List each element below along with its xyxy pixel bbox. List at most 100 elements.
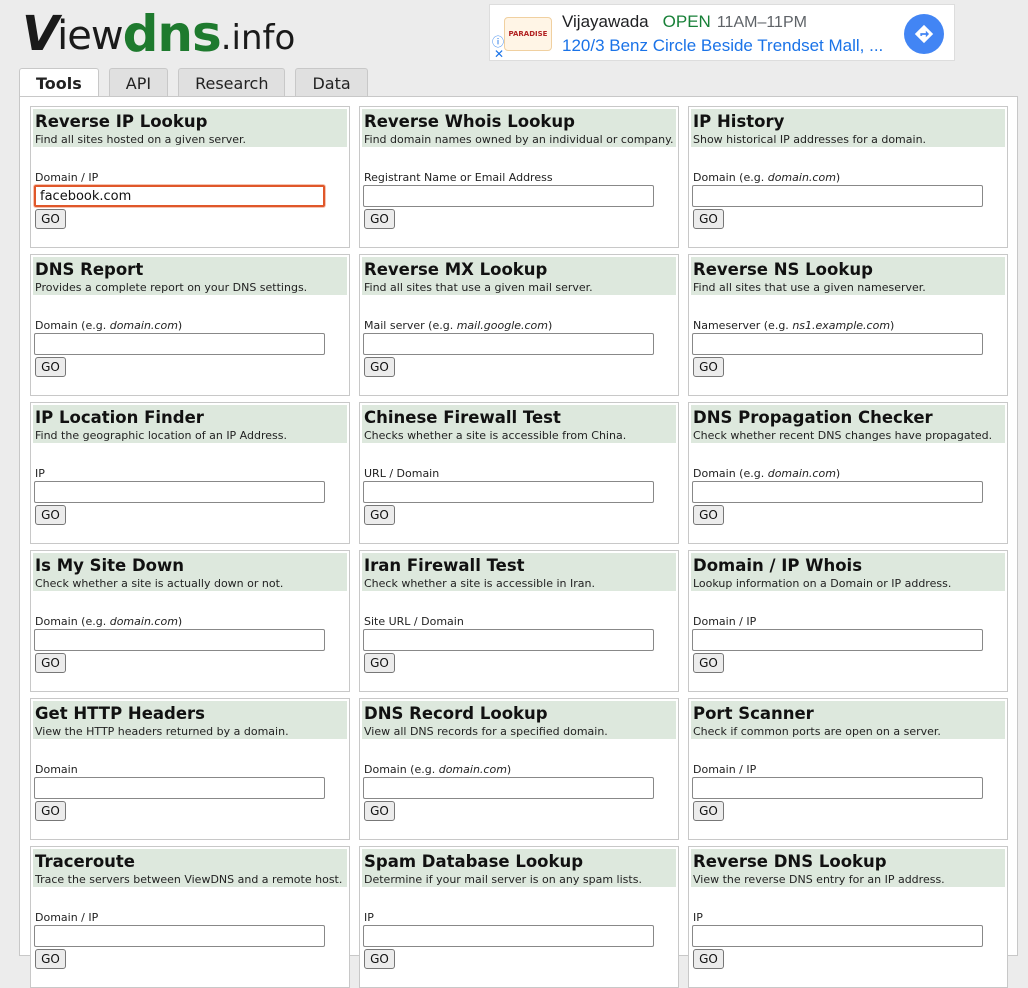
reverse-whois-lookup-go-button[interactable]: GO [364, 209, 395, 229]
tool-label-suffix: ) [890, 319, 895, 332]
domain-ip-whois-go-button[interactable]: GO [693, 653, 724, 673]
viewdns-logo[interactable]: View dns .info [22, 6, 296, 59]
tool-title: Iran Firewall Test [364, 556, 525, 575]
tool-header: DNS Propagation Checker Check whether rec… [691, 405, 1005, 443]
get-http-headers-input[interactable] [34, 777, 325, 799]
tool-label-example: domain.com [109, 615, 178, 628]
tool-header: Get HTTP Headers View the HTTP headers re… [33, 701, 347, 739]
port-scanner-go-button[interactable]: GO [693, 801, 724, 821]
is-my-site-down-input[interactable] [34, 629, 325, 651]
reverse-dns-lookup-go-button[interactable]: GO [693, 949, 724, 969]
tool-input-label: Domain / IP [35, 171, 98, 184]
tool-label-example: domain.com [767, 467, 836, 480]
dns-record-lookup-go-button[interactable]: GO [364, 801, 395, 821]
ip-location-finder-input[interactable] [34, 481, 325, 503]
ad-title: Vijayawada OPEN 11AM–11PM [562, 12, 807, 32]
traceroute-input[interactable] [34, 925, 325, 947]
reverse-ip-lookup-input[interactable] [34, 185, 325, 207]
tool-title: Traceroute [35, 852, 135, 871]
tool-header: Reverse NS Lookup Find all sites that use… [691, 257, 1005, 295]
tool-input-label: Site URL / Domain [364, 615, 464, 628]
tool-header: DNS Report Provides a complete report on … [33, 257, 347, 295]
dns-report-input[interactable] [34, 333, 325, 355]
is-my-site-down-go-button[interactable]: GO [35, 653, 66, 673]
tool-title: Port Scanner [693, 704, 814, 723]
iran-firewall-test-input[interactable] [363, 629, 654, 651]
reverse-ns-lookup-go-button[interactable]: GO [693, 357, 724, 377]
tab-api[interactable]: API [108, 68, 169, 96]
port-scanner-input[interactable] [692, 777, 983, 799]
ad-brand-logo: PARADISE [504, 17, 552, 51]
reverse-dns-lookup-input[interactable] [692, 925, 983, 947]
ip-location-finder-go-button[interactable]: GO [35, 505, 66, 525]
tool-label-text: Registrant Name or Email Address [364, 171, 553, 184]
tool-card-dns-report: DNS Report Provides a complete report on … [30, 254, 350, 396]
tool-description: Find all sites hosted on a given server. [35, 133, 246, 146]
reverse-whois-lookup-input[interactable] [363, 185, 654, 207]
tool-input-label: Domain / IP [35, 911, 98, 924]
ad-address[interactable]: 120/3 Benz Circle Beside Trendset Mall, … [562, 36, 883, 56]
tool-description: Find all sites that use a given nameserv… [693, 281, 926, 294]
tool-input-label: Domain (e.g. domain.com) [35, 615, 182, 628]
reverse-ip-lookup-go-button[interactable]: GO [35, 209, 66, 229]
tool-input-label: IP [693, 911, 703, 924]
main-tabs: Tools API Research Data [19, 68, 378, 99]
tool-label-text: Domain [35, 763, 78, 776]
close-icon[interactable]: ✕ [494, 47, 504, 61]
tool-header: Port Scanner Check if common ports are op… [691, 701, 1005, 739]
domain-ip-whois-input[interactable] [692, 629, 983, 651]
ad-status: OPEN [662, 12, 711, 31]
tool-title: Chinese Firewall Test [364, 408, 561, 427]
spam-database-lookup-go-button[interactable]: GO [364, 949, 395, 969]
tool-title: Reverse IP Lookup [35, 112, 208, 131]
tab-tools[interactable]: Tools [19, 68, 99, 99]
traceroute-go-button[interactable]: GO [35, 949, 66, 969]
tool-label-text: Domain (e.g. [693, 467, 768, 480]
tab-research[interactable]: Research [178, 68, 286, 96]
logo-iew: iew [57, 13, 123, 59]
tool-description: Check if common ports are open on a serv… [693, 725, 941, 738]
tool-header: Chinese Firewall Test Checks whether a si… [362, 405, 676, 443]
tool-title: Get HTTP Headers [35, 704, 205, 723]
tab-data[interactable]: Data [295, 68, 368, 96]
tool-title: Is My Site Down [35, 556, 185, 575]
tool-label-text: Domain / IP [35, 171, 99, 184]
tool-card-get-http-headers: Get HTTP Headers View the HTTP headers re… [30, 698, 350, 840]
tool-label-suffix: ) [835, 467, 841, 480]
tool-title: DNS Record Lookup [364, 704, 548, 723]
reverse-mx-lookup-go-button[interactable]: GO [364, 357, 395, 377]
tool-description: Lookup information on a Domain or IP add… [693, 577, 952, 590]
reverse-ns-lookup-input[interactable] [692, 333, 983, 355]
tool-input-label: Domain (e.g. domain.com) [35, 319, 182, 332]
tool-input-label: Domain / IP [693, 615, 756, 628]
tool-header: Is My Site Down Check whether a site is a… [33, 553, 347, 591]
tool-header: Iran Firewall Test Check whether a site i… [362, 553, 676, 591]
ip-history-input[interactable] [692, 185, 983, 207]
dns-report-go-button[interactable]: GO [35, 357, 66, 377]
ad-banner[interactable]: ⓘ ✕ PARADISE Vijayawada OPEN 11AM–11PM 120… [489, 4, 955, 61]
get-http-headers-go-button[interactable]: GO [35, 801, 66, 821]
tool-description: Find all sites that use a given mail ser… [364, 281, 593, 294]
chinese-firewall-test-input[interactable] [363, 481, 654, 503]
tool-description: View all DNS records for a specified dom… [364, 725, 608, 738]
tool-title: Reverse DNS Lookup [693, 852, 887, 871]
tool-card-ip-history: IP History Show historical IP addresses f… [688, 106, 1008, 248]
dns-record-lookup-input[interactable] [363, 777, 654, 799]
dns-propagation-checker-input[interactable] [692, 481, 983, 503]
tool-description: Determine if your mail server is on any … [364, 873, 642, 886]
tool-label-suffix: ) [177, 615, 183, 628]
reverse-mx-lookup-input[interactable] [363, 333, 654, 355]
chinese-firewall-test-go-button[interactable]: GO [364, 505, 395, 525]
tool-title: DNS Report [35, 260, 144, 279]
iran-firewall-test-go-button[interactable]: GO [364, 653, 395, 673]
directions-icon[interactable] [904, 14, 944, 54]
dns-propagation-checker-go-button[interactable]: GO [693, 505, 724, 525]
tool-header: Reverse Whois Lookup Find domain names ow… [362, 109, 676, 147]
tool-card-dns-record-lookup: DNS Record Lookup View all DNS records fo… [359, 698, 679, 840]
spam-database-lookup-input[interactable] [363, 925, 654, 947]
logo-info: .info [220, 18, 296, 58]
tool-card-traceroute: Traceroute Trace the servers between View… [30, 846, 350, 988]
tool-card-port-scanner: Port Scanner Check if common ports are op… [688, 698, 1008, 840]
ip-history-go-button[interactable]: GO [693, 209, 724, 229]
tool-description: Checks whether a site is accessible from… [364, 429, 627, 442]
